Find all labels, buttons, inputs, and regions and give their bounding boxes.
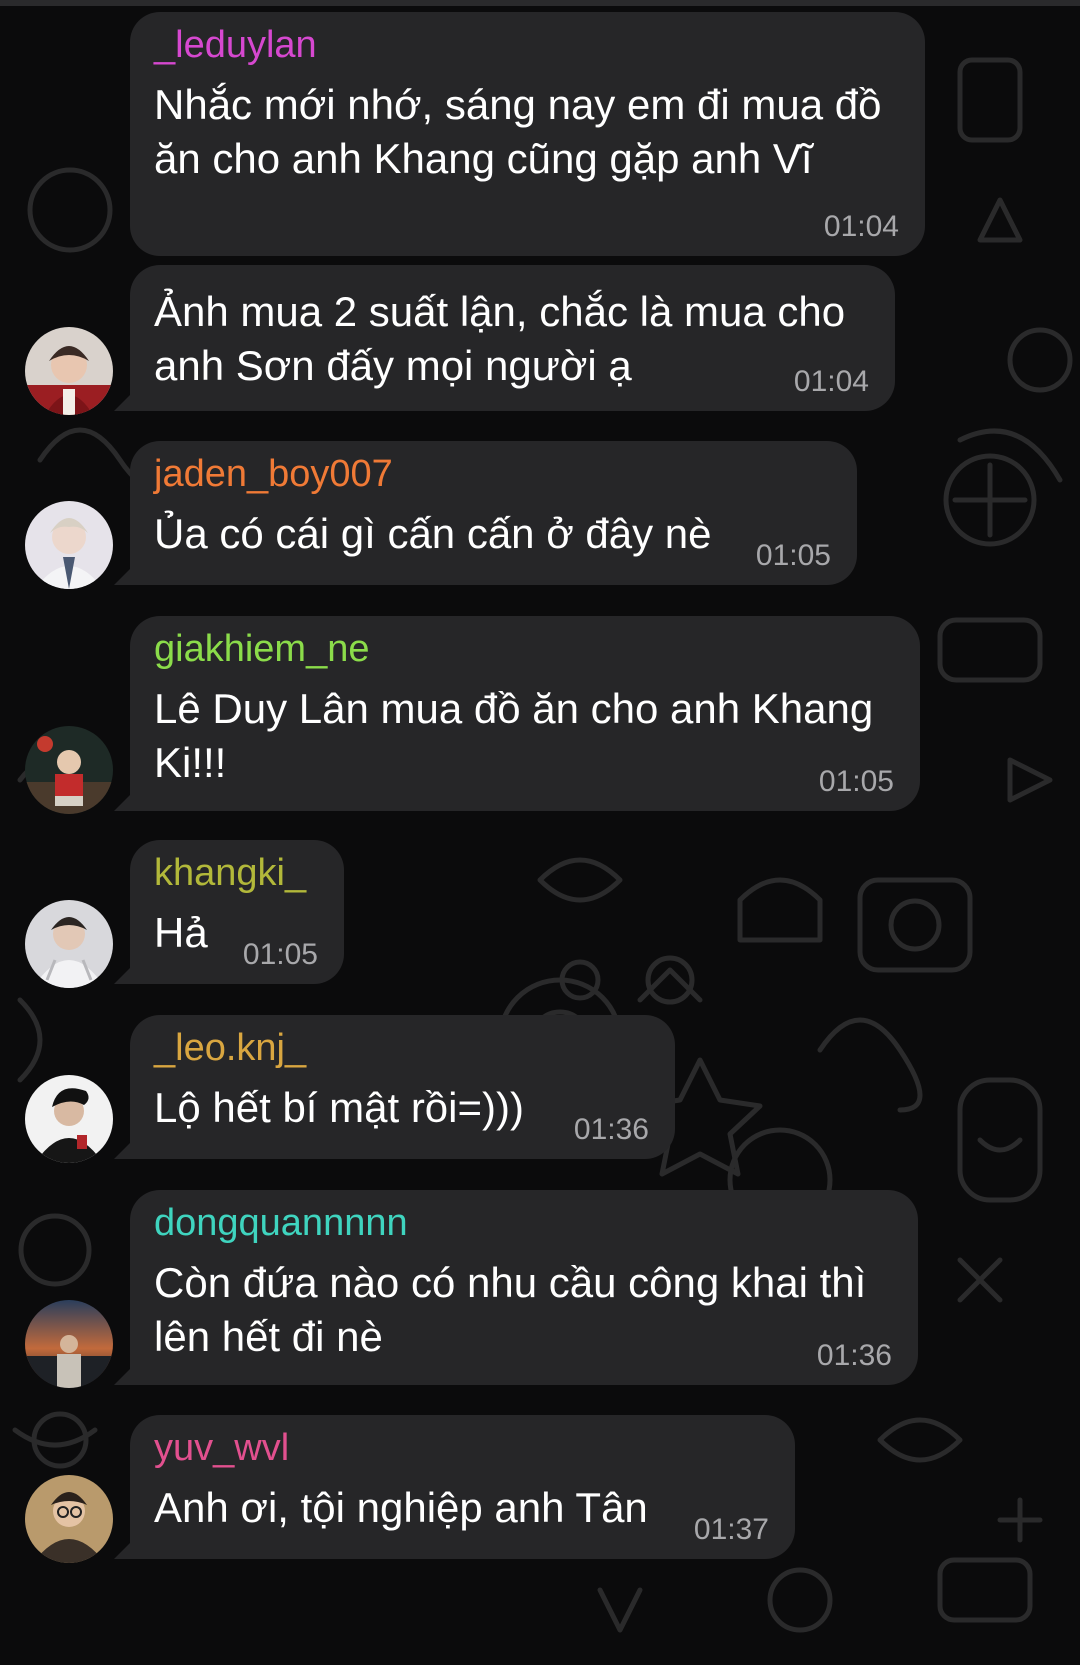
message-text: Anh ơi, tội nghiệp anh Tân (154, 1484, 648, 1531)
message-bubble[interactable]: giakhiem_ne Lê Duy Lân mua đồ ăn cho anh… (130, 616, 920, 811)
message-bubble[interactable]: yuv_wvl Anh ơi, tội nghiệp anh Tân 01:37 (130, 1415, 795, 1559)
message-text: Lê Duy Lân mua đồ ăn cho anh Khang Ki!!! (154, 685, 874, 786)
avatar-photo-icon (25, 726, 113, 814)
avatar-photo-icon (25, 1075, 113, 1163)
avatar-leduylan[interactable] (25, 327, 113, 415)
avatar-jaden-boy007[interactable] (25, 501, 113, 589)
message-text: Ủa có cái gì cấn cấn ở đây nè (154, 510, 712, 557)
sender-name[interactable]: khangki_ (154, 850, 318, 896)
avatar-giakhiem-ne[interactable] (25, 726, 113, 814)
avatar-yuv-wvl[interactable] (25, 1475, 113, 1563)
message-text: Còn đứa nào có nhu cầu công khai thì lên… (154, 1259, 867, 1360)
message-time: 01:36 (573, 1113, 649, 1146)
sender-name[interactable]: dongquannnnn (154, 1200, 892, 1246)
avatar-khangki[interactable] (25, 900, 113, 988)
message-bubble[interactable]: dongquannnnn Còn đứa nào có nhu cầu công… (130, 1190, 918, 1385)
avatar-photo-icon (25, 327, 113, 415)
avatar-leo-knj[interactable] (25, 1075, 113, 1163)
message-time: 01:05 (755, 539, 831, 572)
message-text: Ảnh mua 2 suất lận, chắc là mua cho anh … (154, 288, 846, 389)
message-bubble[interactable]: khangki_ Hả 01:05 (130, 840, 344, 984)
message-bubble[interactable]: _leduylan Nhắc mới nhớ, sáng nay em đi m… (130, 12, 925, 256)
sender-name[interactable]: _leduylan (154, 22, 899, 68)
sender-name[interactable]: yuv_wvl (154, 1425, 769, 1471)
message-bubble[interactable]: _leo.knj_ Lộ hết bí mật rồi=))) 01:36 (130, 1015, 675, 1159)
message-time: 01:36 (816, 1339, 892, 1372)
message-time: 01:05 (242, 938, 318, 971)
message-time: 01:04 (823, 210, 899, 243)
message-time: 01:05 (818, 765, 894, 798)
avatar-dongquannnnn[interactable] (25, 1300, 113, 1388)
avatar-photo-icon (25, 501, 113, 589)
avatar-photo-icon (25, 900, 113, 988)
message-time: 01:37 (693, 1513, 769, 1546)
sender-name[interactable]: _leo.knj_ (154, 1025, 649, 1071)
message-bubble[interactable]: Ảnh mua 2 suất lận, chắc là mua cho anh … (130, 265, 895, 411)
message-bubble[interactable]: jaden_boy007 Ủa có cái gì cấn cấn ở đây … (130, 441, 857, 585)
sender-name[interactable]: giakhiem_ne (154, 626, 894, 672)
chat-messages: _leduylan Nhắc mới nhớ, sáng nay em đi m… (0, 0, 1080, 1665)
sender-name[interactable]: jaden_boy007 (154, 451, 831, 497)
avatar-photo-icon (25, 1475, 113, 1563)
message-time: 01:04 (793, 365, 869, 398)
message-text: Nhắc mới nhớ, sáng nay em đi mua đồ ăn c… (154, 81, 882, 182)
avatar-photo-icon (25, 1300, 113, 1388)
